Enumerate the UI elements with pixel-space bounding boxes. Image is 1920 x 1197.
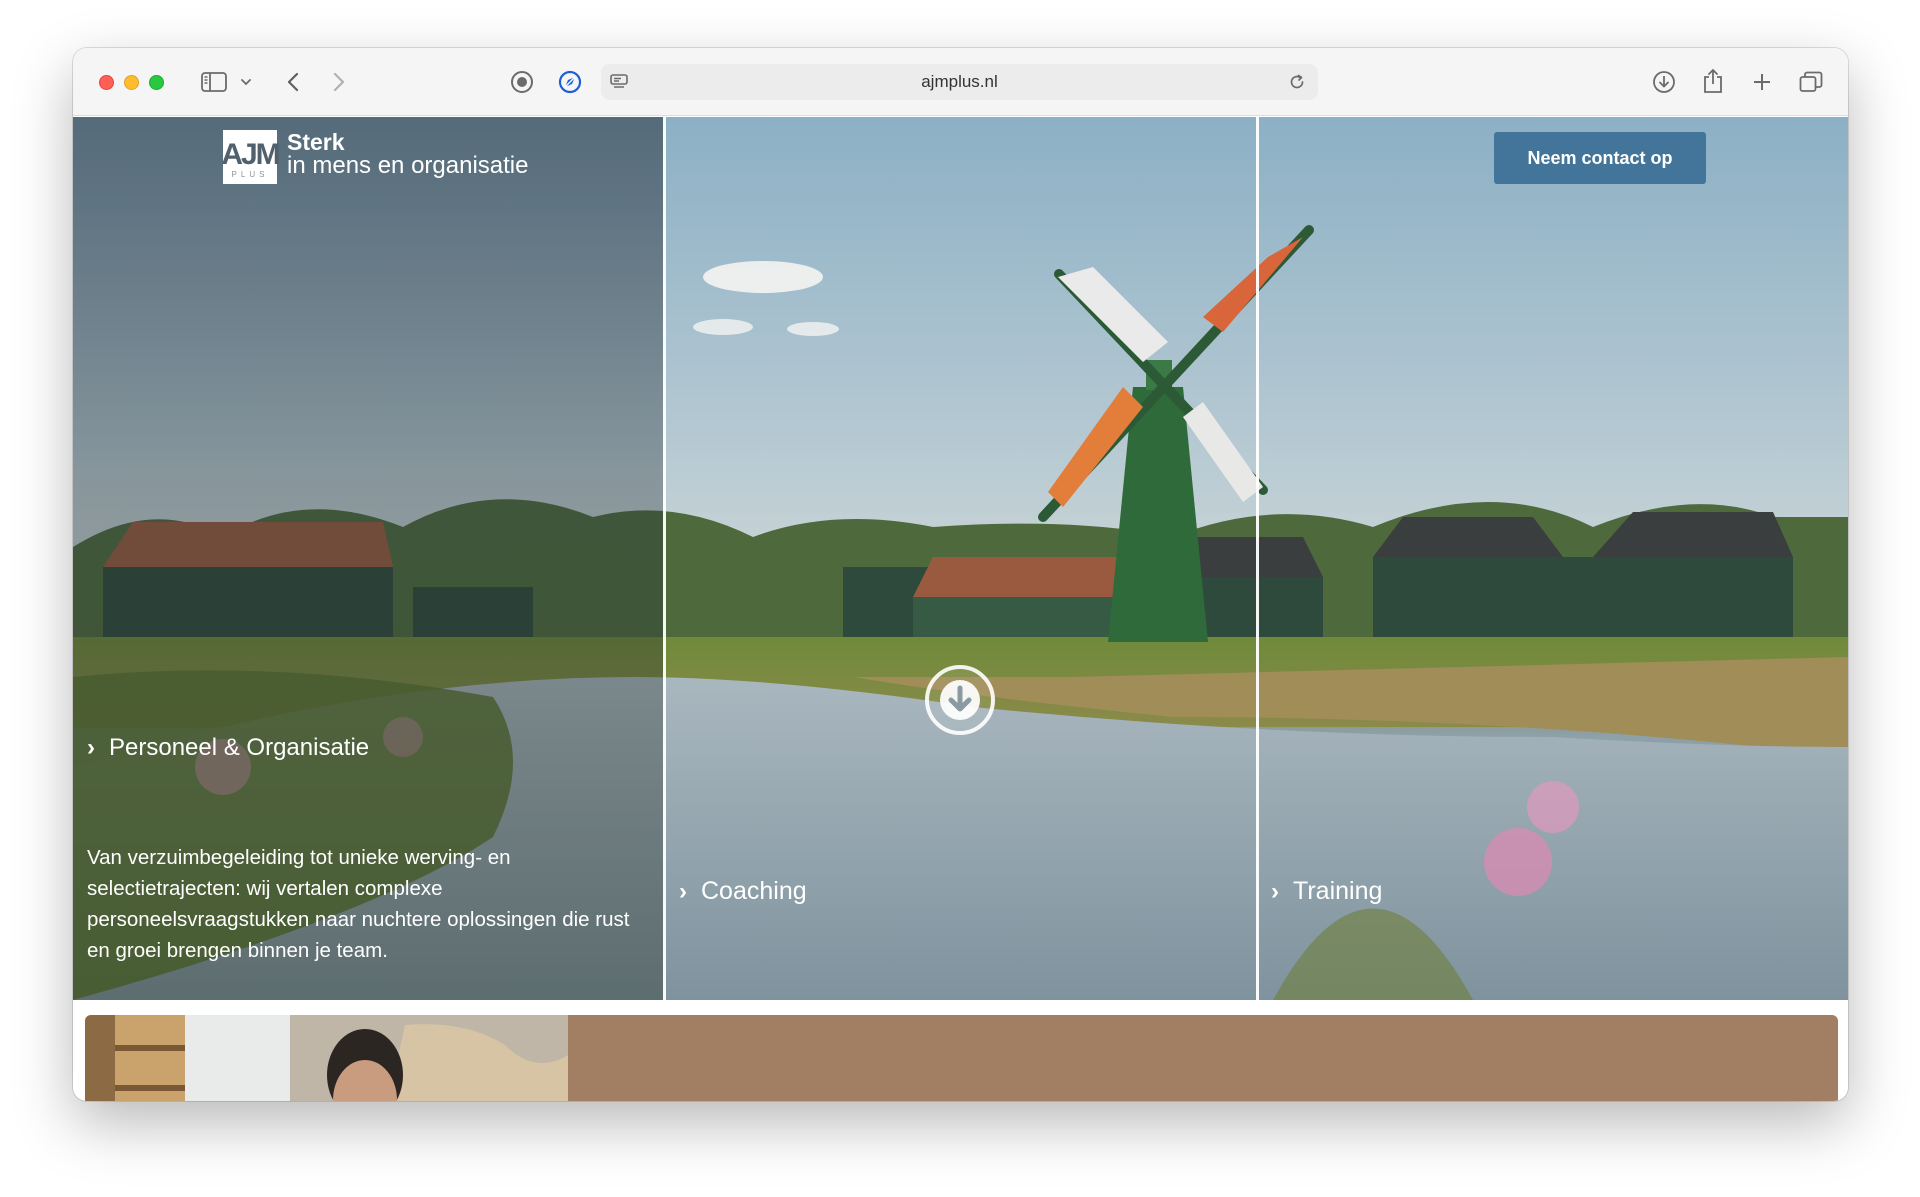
scroll-down-icon[interactable]: [924, 664, 996, 736]
browser-toolbar: ajmplus.nl: [73, 48, 1848, 116]
chevron-right-icon: ›: [679, 877, 687, 905]
address-bar[interactable]: ajmplus.nl: [601, 64, 1318, 100]
close-window-button[interactable]: [99, 75, 114, 90]
logo-subtitle: in mens en organisatie: [287, 152, 529, 179]
url-text: ajmplus.nl: [921, 72, 998, 91]
share-icon[interactable]: [1699, 66, 1727, 96]
logo-title: Sterk: [287, 129, 345, 155]
reload-icon[interactable]: [1287, 72, 1307, 92]
extension-compass-icon[interactable]: [557, 69, 583, 95]
hero-section: AJM PLUS Sterk in mens en organisatie Ne…: [73, 117, 1848, 1000]
logo-tagline: Sterk in mens en organisatie: [287, 130, 528, 178]
chevron-down-icon[interactable]: [238, 74, 254, 90]
zoom-window-button[interactable]: [149, 75, 164, 90]
download-icon[interactable]: [1650, 68, 1678, 96]
logo-ajm-text: AJM: [221, 137, 280, 171]
panel-link-training[interactable]: › Training: [1271, 877, 1382, 906]
site-logo[interactable]: AJM PLUS Sterk in mens en organisatie: [221, 130, 528, 184]
panel-title: Coaching: [701, 877, 807, 905]
chevron-right-icon: ›: [87, 734, 95, 761]
logo-mark: AJM PLUS: [221, 130, 281, 184]
back-arrow-icon[interactable]: [280, 68, 306, 96]
browser-window: ajmplus.nl AJM PLUS Sterk in mens en org…: [73, 48, 1848, 1101]
contact-button[interactable]: Neem contact op: [1494, 132, 1706, 184]
plus-icon[interactable]: [1748, 68, 1776, 96]
panel-title: Training: [1293, 877, 1383, 905]
panel-divider: [663, 117, 666, 1000]
panel-link-personeel[interactable]: › Personeel & Organisatie: [87, 734, 369, 762]
web-page: AJM PLUS Sterk in mens en organisatie Ne…: [73, 117, 1848, 1101]
panel-link-coaching[interactable]: › Coaching: [679, 877, 807, 906]
privacy-report-icon[interactable]: [509, 69, 535, 95]
panel-divider: [1256, 117, 1259, 1000]
minimize-window-button[interactable]: [124, 75, 139, 90]
panel-description: Van verzuimbegeleiding tot unieke wervin…: [87, 846, 630, 962]
chevron-right-icon: ›: [1271, 877, 1279, 905]
portrait-photo: [85, 1015, 568, 1101]
panel-title: Personeel & Organisatie: [109, 734, 370, 761]
sidebar-icon[interactable]: [199, 68, 229, 96]
about-teaser-card: [85, 1015, 1838, 1101]
logo-plus-text: PLUS: [231, 169, 269, 179]
tab-overview-icon[interactable]: [1797, 68, 1825, 96]
forward-arrow-icon[interactable]: [326, 68, 352, 96]
